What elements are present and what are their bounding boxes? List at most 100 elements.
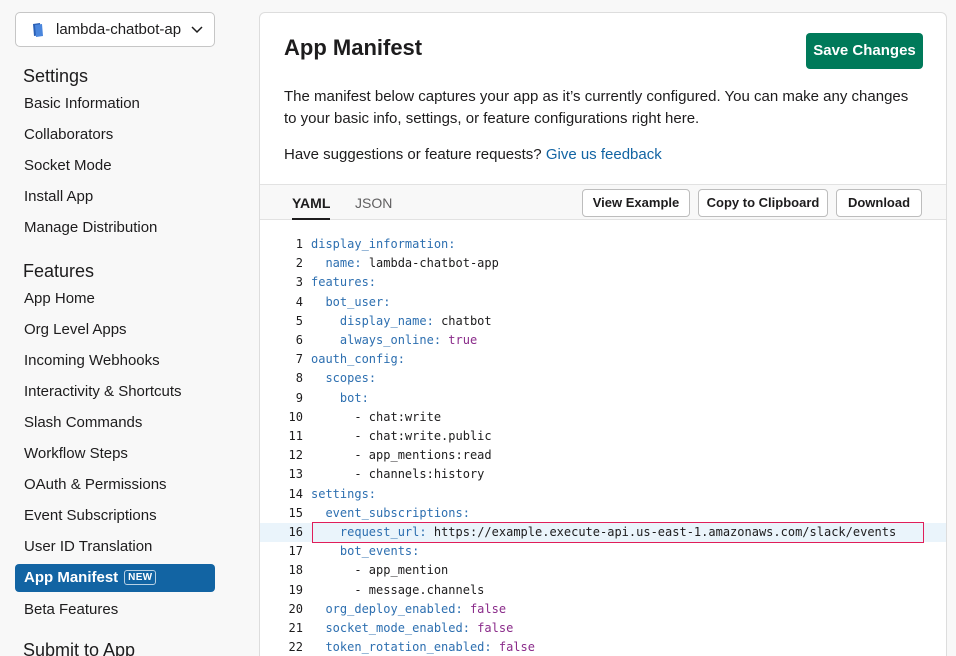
manifest-panel: App Manifest Save Changes The manifest b… [259,12,947,656]
app-selector[interactable]: lambda-chatbot-app [15,12,215,47]
code-line: 4 bot_user: [260,293,946,312]
line-number: 15 [288,505,303,520]
sidebar-item-oauth-permissions[interactable]: OAuth & Permissions [15,471,215,499]
code-line: 18 - app_mention [260,561,946,580]
line-number: 10 [288,409,303,424]
sidebar: lambda-chatbot-app Settings Basic Inform… [0,0,232,656]
line-number: 16 [288,525,303,539]
sidebar-item-basic-information[interactable]: Basic Information [15,90,215,118]
request-url-highlight [312,522,924,543]
tab-yaml[interactable]: YAML [292,185,331,220]
copy-to-clipboard-button[interactable]: Copy to Clipboard [698,189,828,217]
feedback-link[interactable]: Give us feedback [546,146,662,163]
line-number: 12 [288,448,303,463]
line-number: 4 [295,294,303,309]
code-text: oauth_config: [311,352,405,367]
code-text: name: lambda-chatbot-app [325,256,499,271]
line-number: 8 [295,371,303,386]
code-line: 22 token_rotation_enabled: false [260,638,946,656]
sidebar-item-label: Interactivity & Shortcuts [24,383,182,400]
sidebar-item-app-manifest[interactable]: App Manifest NEW [15,564,215,592]
code-text: event_subscriptions: [325,505,470,520]
code-text: - message.channels [354,582,485,597]
code-line: 7 oauth_config: [260,350,946,369]
code-line: 20 org_deploy_enabled: false [260,600,946,619]
code-line: 15 event_subscriptions: [260,504,946,523]
sidebar-item-workflow-steps[interactable]: Workflow Steps [15,440,215,468]
sidebar-item-org-level-apps[interactable]: Org Level Apps [15,316,215,344]
code-text: - app_mentions:read [354,448,492,463]
code-text: settings: [311,486,377,501]
code-text: always_online: true [339,333,478,347]
line-number: 7 [295,352,303,367]
save-changes-button[interactable]: Save Changes [806,33,923,69]
line-number: 11 [288,429,303,443]
code-line: 19 - message.channels [260,581,946,600]
view-example-button[interactable]: View Example [582,189,690,217]
sidebar-item-label: Org Level Apps [24,321,127,338]
sidebar-item-manage-distribution[interactable]: Manage Distribution [15,214,215,242]
sidebar-item-label: App Home [24,290,95,307]
settings-heading: Settings [23,66,89,86]
sidebar-item-label: Incoming Webhooks [24,352,160,369]
sidebar-item-label: OAuth & Permissions [24,476,167,493]
line-number: 13 [288,467,303,482]
sidebar-item-incoming-webhooks[interactable]: Incoming Webhooks [15,347,215,375]
code-text: scopes: [325,371,377,386]
line-number: 6 [295,333,303,347]
sidebar-item-slash-commands[interactable]: Slash Commands [15,409,215,437]
line-number: 3 [295,275,303,290]
code-line: 2 name: lambda-chatbot-app [260,254,946,273]
code-line: 1 display_information: [260,235,946,254]
features-heading: Features [23,261,95,281]
sidebar-item-interactivity-shortcuts[interactable]: Interactivity & Shortcuts [15,378,215,406]
sidebar-item-collaborators[interactable]: Collaborators [15,121,215,149]
page-title: App Manifest [284,35,423,60]
code-line: 10 - chat:write [260,408,946,427]
app-selector-label: lambda-chatbot-app [56,21,182,38]
line-number: 21 [288,621,303,635]
code-line: 12 - app_mentions:read [260,446,946,465]
sidebar-item-user-id-translation[interactable]: User ID Translation [15,533,215,561]
code-text: - channels:history [354,467,485,482]
sidebar-item-event-subscriptions[interactable]: Event Subscriptions [15,502,215,530]
sidebar-item-label: Slash Commands [24,414,143,431]
line-number: 19 [288,582,303,597]
code-text: token_rotation_enabled: false [325,640,535,655]
sidebar-item-beta-features[interactable]: Beta Features [15,596,215,624]
description: The manifest below captures your app as … [284,88,909,127]
sidebar-item-install-app[interactable]: Install App [15,183,215,211]
suggestions-line: Have suggestions or feature requests? Gi… [284,146,662,163]
code-line: 8 scopes: [260,369,946,388]
code-text: display_name: chatbot [339,313,492,328]
code-line: 21 socket_mode_enabled: false [260,619,946,638]
code-line: 17 bot_events: [260,542,946,561]
manifest-editor[interactable]: 1 display_information: 2 name: lambda-chat… [260,221,946,656]
sidebar-item-app-home[interactable]: App Home [15,285,215,313]
code-line: 9 bot: [260,389,946,408]
sidebar-item-label: User ID Translation [24,538,153,555]
suggestions-text: Have suggestions or feature requests? [284,146,542,163]
code-line: 5 display_name: chatbot [260,312,946,331]
line-number: 14 [288,486,303,501]
code-text: socket_mode_enabled: false [325,621,514,635]
code-line: 13 - channels:history [260,465,946,484]
code-line: 11 - chat:write.public [260,427,946,446]
new-badge: NEW [124,570,157,585]
sidebar-item-label: Event Subscriptions [24,507,157,524]
code-text: features: [311,275,377,290]
code-line: 14 settings: [260,485,946,504]
code-text: - chat:write [354,409,442,424]
line-number: 18 [288,563,303,578]
code-line: 6 always_online: true [260,331,946,350]
line-number: 5 [295,313,303,328]
tab-json[interactable]: JSON [355,185,392,220]
app-icon [33,22,43,37]
sidebar-item-socket-mode[interactable]: Socket Mode [15,152,215,180]
line-number: 17 [288,544,303,559]
line-number: 2 [295,256,303,271]
chevron-down-icon [191,26,203,34]
code-text: - app_mention [354,563,449,578]
download-button[interactable]: Download [836,189,922,217]
code-line: 3 features: [260,273,946,292]
